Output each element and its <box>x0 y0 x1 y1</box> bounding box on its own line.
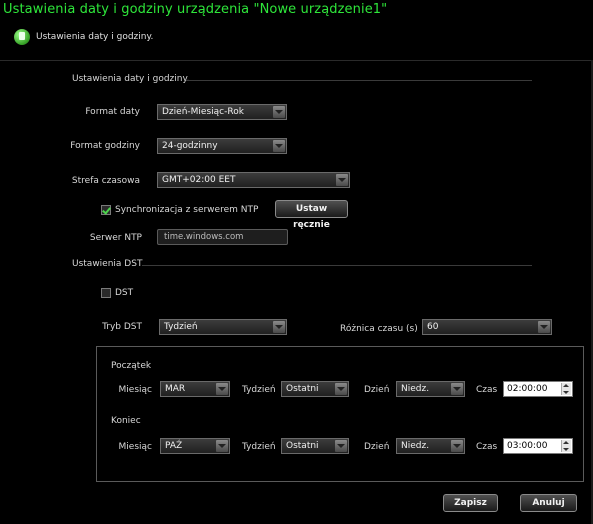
dst-mode-value: Tydzień <box>164 322 198 332</box>
start-day-label: Dzień <box>364 385 390 395</box>
timezone-select[interactable]: GMT+02:00 EET <box>157 172 350 188</box>
date-format-label: Format daty <box>85 107 140 117</box>
end-time-input[interactable]: 03:00:00 <box>503 438 573 454</box>
datetime-section-title: Ustawienia daty i godziny. <box>72 74 190 84</box>
chevron-down-icon[interactable] <box>273 106 285 118</box>
start-week-select[interactable]: Ostatni <box>281 381 349 397</box>
end-time-value: 03:00:00 <box>507 441 548 451</box>
start-day-select[interactable]: Niedz. <box>396 381 465 397</box>
end-day-value: Niedz. <box>401 441 430 451</box>
section-divider <box>142 265 532 266</box>
end-day-label: Dzień <box>364 442 390 452</box>
date-format-value: Dzień-Miesiąc-Rok <box>162 107 244 117</box>
time-diff-label: Różnica czasu (s) <box>340 324 418 334</box>
dst-checkbox[interactable] <box>101 288 111 298</box>
end-week-select[interactable]: Ostatni <box>281 438 349 454</box>
start-month-value: MAR <box>165 384 186 394</box>
info-icon <box>14 29 30 45</box>
start-month-label: Miesiąc <box>118 385 152 395</box>
start-month-select[interactable]: MAR <box>160 381 230 397</box>
spinner-icon[interactable] <box>561 440 571 452</box>
manual-set-button[interactable]: Ustaw ręcznie <box>275 200 348 230</box>
start-week-value: Ostatni <box>286 384 319 394</box>
timezone-value: GMT+02:00 EET <box>162 175 236 185</box>
end-week-value: Ostatni <box>286 441 319 451</box>
end-day-select[interactable]: Niedz. <box>396 438 465 454</box>
dst-section-title: Ustawienia DST <box>72 259 143 269</box>
time-diff-value: 60 <box>427 322 439 332</box>
start-time-input[interactable]: 02:00:00 <box>503 381 573 397</box>
date-format-select[interactable]: Dzień-Miesiąc-Rok <box>157 104 287 120</box>
page-subtitle: Ustawienia daty i godziny. <box>36 32 154 42</box>
ntp-sync-label: Synchronizacja z serwerem NTP <box>115 205 259 215</box>
start-week-label: Tydzień <box>242 385 276 395</box>
dst-mode-select[interactable]: Tydzień <box>159 319 287 335</box>
chevron-down-icon[interactable] <box>538 321 550 333</box>
page-header: Ustawienia daty i godziny. <box>0 22 593 61</box>
chevron-down-icon[interactable] <box>451 383 463 395</box>
dst-mode-label: Tryb DST <box>102 322 142 332</box>
chevron-down-icon[interactable] <box>336 174 348 186</box>
end-month-value: PAŹ <box>165 441 183 451</box>
time-format-value: 24-godzinny <box>162 141 218 151</box>
end-month-label: Miesiąc <box>118 442 152 452</box>
dst-label: DST <box>115 288 134 298</box>
window-title: Ustawienia daty i godziny urządzenia "No… <box>3 2 388 17</box>
cancel-button[interactable]: Anuluj <box>520 494 577 512</box>
dst-period-group <box>96 346 584 482</box>
dst-end-title: Koniec <box>111 416 141 426</box>
end-week-label: Tydzień <box>242 442 276 452</box>
time-diff-select[interactable]: 60 <box>422 319 552 335</box>
end-time-label: Czas <box>476 442 498 452</box>
dst-start-title: Początek <box>111 361 152 371</box>
time-format-label: Format godziny <box>70 141 140 151</box>
ntp-server-label: Serwer NTP <box>89 233 142 243</box>
save-button[interactable]: Zapisz <box>443 494 498 512</box>
chevron-down-icon[interactable] <box>216 383 228 395</box>
section-divider <box>186 80 532 81</box>
chevron-down-icon[interactable] <box>451 440 463 452</box>
chevron-down-icon[interactable] <box>335 383 347 395</box>
spinner-icon[interactable] <box>561 383 571 395</box>
end-month-select[interactable]: PAŹ <box>160 438 230 454</box>
start-time-label: Czas <box>476 385 498 395</box>
ntp-sync-checkbox[interactable] <box>101 205 111 215</box>
start-day-value: Niedz. <box>401 384 430 394</box>
chevron-down-icon[interactable] <box>273 321 285 333</box>
chevron-down-icon[interactable] <box>273 140 285 152</box>
timezone-label: Strefa czasowa <box>71 176 140 186</box>
chevron-down-icon[interactable] <box>335 440 347 452</box>
time-format-select[interactable]: 24-godzinny <box>157 138 287 154</box>
ntp-server-input[interactable]: time.windows.com <box>157 229 288 245</box>
start-time-value: 02:00:00 <box>507 384 548 394</box>
chevron-down-icon[interactable] <box>216 440 228 452</box>
